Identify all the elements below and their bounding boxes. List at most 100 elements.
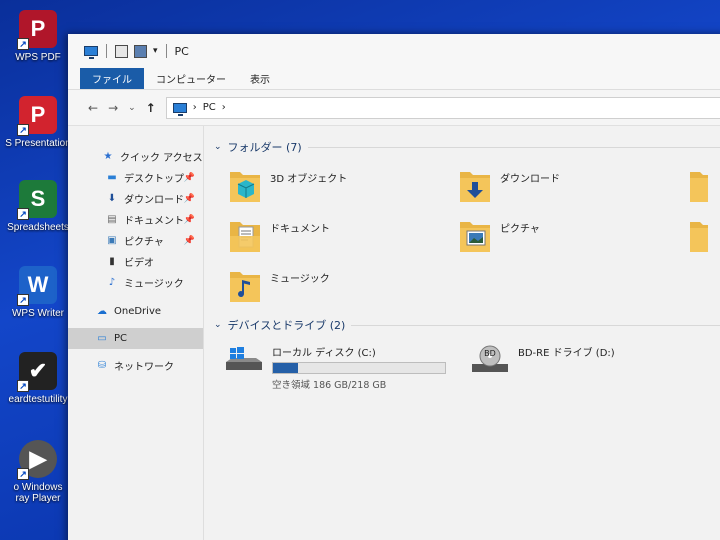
nav-item-label: ダウンロード [124,195,184,206]
blu-ray-player-icon: ▶ ↗ [17,440,57,480]
nav-item-label: クイック アクセス [120,153,203,164]
folders-group-header[interactable]: ⌄ フォルダー (7) [214,136,720,158]
desktop-icon-test-utility[interactable]: ✔ ↗ eardtestutility [0,352,76,405]
up-button[interactable]: ↑ [146,101,156,115]
folder-documents[interactable]: ドキュメント [228,216,458,260]
folder-partial[interactable] [688,216,720,260]
desktop-icon-label: S Presentation [5,138,71,149]
download-icon: ⬇ [107,193,117,204]
group-divider [307,146,720,148]
recent-locations-button[interactable]: ⌄ [128,103,136,113]
drive-usage-bar [272,362,446,374]
folder-music[interactable]: ミュージック [228,266,458,310]
explorer-content: ★ クイック アクセス ▬ デスクトップ 📌 ⬇ ダウンロード 📌 ▤ ドキュメ… [68,126,720,540]
folder-icon [690,172,708,202]
folder-partial[interactable] [688,166,720,210]
navigation-pane: ★ クイック アクセス ▬ デスクトップ 📌 ⬇ ダウンロード 📌 ▤ ドキュメ… [68,126,204,540]
breadcrumb-separator: › [192,102,197,113]
window-title: PC [174,44,189,58]
nav-item-onedrive[interactable]: ☁ OneDrive [68,301,203,322]
network-icon: ⛁ [97,360,107,371]
folder-name: 3D オブジェクト [270,174,348,185]
star-icon: ★ [103,151,113,162]
quick-access-dropdown-icon[interactable]: ▾ [153,46,158,56]
pin-icon[interactable]: 📌 [184,173,195,183]
tab-file[interactable]: ファイル [80,68,144,89]
nav-item-desktop[interactable]: ▬ デスクトップ 📌 [68,167,203,188]
drive-free-space: 空き領域 186 GB/218 GB [272,380,387,391]
breadcrumb-separator[interactable]: › [222,102,226,113]
ribbon-tabs: ファイル コンピューター 表示 [68,68,720,90]
nav-item-quick-access[interactable]: ★ クイック アクセス [68,146,203,167]
hard-drive-icon [226,347,262,370]
desktop-icon-wps-pdf[interactable]: P ↗ WPS PDF [0,10,76,63]
new-folder-icon[interactable] [134,44,147,58]
nav-item-downloads[interactable]: ⬇ ダウンロード 📌 [68,188,203,209]
desktop-icon: ▬ [107,172,117,183]
desktop-icon-label: WPS Writer [11,308,65,319]
explorer-window: ▾ PC ファイル コンピューター 表示 ← → ⌄ ↑ › PC › ★ クイ… [68,34,720,540]
desktop-icon-blu-ray-player[interactable]: ▶ ↗ o Windows ray Player [0,440,76,504]
title-bar: ▾ PC [68,34,720,68]
test-utility-icon: ✔ ↗ [17,352,57,392]
folder-name: ピクチャ [500,224,540,235]
documents-folder-icon [230,222,260,252]
chevron-down-icon: ⌄ [214,320,222,330]
forward-button[interactable]: → [108,101,118,115]
music-folder-icon [230,272,260,302]
nav-item-label: ビデオ [124,258,154,269]
folder-downloads[interactable]: ダウンロード [458,166,688,210]
nav-item-label: ネットワーク [114,362,174,373]
desktop-icon-wps-presentation[interactable]: P ↗ S Presentation [0,96,76,149]
bd-drive-icon: BD [472,345,508,372]
folder-pictures[interactable]: ピクチャ [458,216,688,260]
pc-icon: ▭ [97,333,107,344]
downloads-folder-icon [460,172,490,202]
breadcrumb-pc[interactable]: PC [203,102,216,113]
nav-item-videos[interactable]: ▮ ビデオ [68,251,203,272]
nav-item-pc[interactable]: ▭ PC [68,328,203,349]
address-bar: ← → ⌄ ↑ › PC › [68,90,720,126]
tab-computer[interactable]: コンピューター [144,68,238,89]
tab-view[interactable]: 表示 [238,68,282,89]
drive-name: ローカル ディスク (C:) [272,348,376,359]
wps-pdf-icon: P ↗ [17,10,57,50]
desktop-icon-label: eardtestutility [8,394,68,405]
desktop-icon-wps-writer[interactable]: W ↗ WPS Writer [0,266,76,319]
pin-icon[interactable]: 📌 [184,215,195,225]
wps-presentation-icon: P ↗ [17,96,57,136]
nav-item-label: デスクトップ [124,174,184,185]
drive-local-c[interactable]: ローカル ディスク (C:) 空き領域 186 GB/218 GB [224,344,454,391]
cloud-icon: ☁ [97,306,107,317]
desktop-icon-wps-spreadsheets[interactable]: S ↗ Spreadsheets [0,180,76,233]
pin-icon[interactable]: 📌 [184,236,195,246]
group-title: フォルダー (7) [227,141,302,154]
document-icon: ▤ [107,214,117,225]
nav-item-label: OneDrive [114,306,162,317]
folder-name: ミュージック [270,274,330,285]
picture-icon: ▣ [107,235,117,246]
wps-spreadsheets-icon: S ↗ [17,180,57,220]
main-pane: ⌄ フォルダー (7) 3D オブジェクト ダウンロード ドキュメント ピクチャ… [204,126,720,540]
3d-objects-folder-icon [230,172,260,202]
back-button[interactable]: ← [88,101,98,115]
pin-icon[interactable]: 📌 [184,194,195,204]
desktop-icon-label: Spreadsheets [7,222,69,233]
devices-group-header[interactable]: ⌄ デバイスとドライブ (2) [214,314,720,336]
folder-3d-objects[interactable]: 3D オブジェクト [228,166,458,210]
address-input[interactable]: › PC › [165,96,720,119]
folders-grid: 3D オブジェクト ダウンロード ドキュメント ピクチャ ミュージック [228,166,720,310]
group-divider [351,324,720,326]
nav-item-music[interactable]: ♪ ミュージック [68,272,203,293]
nav-item-label: PC [114,333,128,344]
chevron-down-icon: ⌄ [214,142,222,152]
video-icon: ▮ [109,256,115,267]
drive-name: BD-RE ドライブ (D:) [518,348,615,359]
nav-item-pictures[interactable]: ▣ ピクチャ 📌 [68,230,203,251]
drive-bd-re-d[interactable]: BD BD-RE ドライブ (D:) [470,344,615,391]
title-separator [165,44,167,58]
properties-icon[interactable] [115,44,128,58]
music-icon: ♪ [108,277,116,288]
nav-item-network[interactable]: ⛁ ネットワーク [68,355,203,376]
nav-item-documents[interactable]: ▤ ドキュメント 📌 [68,209,203,230]
